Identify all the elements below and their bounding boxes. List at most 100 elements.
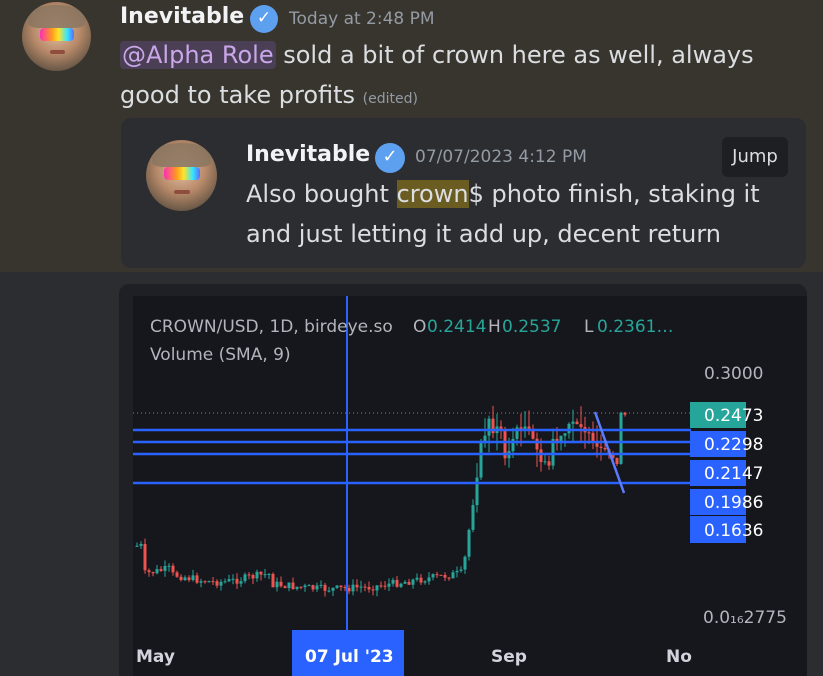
candle-body <box>439 574 443 576</box>
candle-body <box>407 581 411 585</box>
candle-body <box>287 582 291 589</box>
candle-body <box>383 585 387 587</box>
candle-body <box>135 545 139 547</box>
candle-body <box>199 581 203 583</box>
chart-symbol-label: CROWN/USD, 1D, birdeye.so <box>150 317 393 337</box>
candle-body <box>547 461 551 466</box>
avatar[interactable] <box>22 2 91 71</box>
chart-image-attachment[interactable]: CROWN/USD, 1D, birdeye.so O 0.2414 H 0.2… <box>119 284 807 676</box>
candle-body <box>447 577 451 579</box>
reply-timestamp: 07/07/2023 4:12 PM <box>415 147 587 167</box>
candle-body <box>615 457 619 464</box>
candle-body <box>167 565 171 567</box>
candle-body <box>239 581 243 584</box>
candle-body <box>475 477 479 506</box>
candle-body <box>263 574 267 576</box>
price-axis-tick: 0.0₁₆2775 <box>703 608 787 628</box>
candle-body <box>319 584 323 586</box>
candle-body <box>599 446 603 448</box>
candle-body <box>451 572 455 579</box>
candle-body <box>375 585 379 591</box>
candle-body <box>459 569 463 571</box>
candle-body <box>331 587 335 591</box>
candle-body <box>323 584 327 591</box>
time-axis-tick: No <box>666 647 692 667</box>
candle-body <box>399 583 403 587</box>
candle-body <box>467 529 471 557</box>
message-text: sold a bit of crown here as well, always <box>283 41 754 69</box>
candle-body <box>299 586 303 588</box>
candle-body <box>175 572 179 577</box>
candle-body <box>427 577 431 582</box>
candle-body <box>291 582 295 589</box>
candle-body <box>363 586 367 588</box>
time-axis-tick: Sep <box>491 647 527 667</box>
message-text: good to take profits <box>120 81 356 109</box>
candle-body <box>219 581 223 586</box>
high-value: 0.2537 <box>502 317 561 337</box>
candle-body <box>487 418 491 436</box>
candle-body <box>587 432 591 434</box>
candle-body <box>603 447 607 450</box>
price-chart: CROWN/USD, 1D, birdeye.so O 0.2414 H 0.2… <box>133 296 807 676</box>
candle-body <box>155 569 159 574</box>
reply-avatar[interactable] <box>146 140 217 211</box>
candle-body <box>147 570 151 573</box>
candle-body <box>159 569 163 571</box>
low-value: 0.2361… <box>597 317 673 337</box>
candle-body <box>575 421 579 425</box>
search-highlight: crown <box>396 180 469 208</box>
candles-group <box>135 405 627 597</box>
candle-body <box>351 584 355 592</box>
candle-body <box>471 505 475 530</box>
candle-body <box>327 590 331 592</box>
candle-body <box>267 573 271 575</box>
message-timestamp[interactable]: Today at 2:48 PM <box>289 9 435 29</box>
candle-body <box>187 577 191 581</box>
candle-body <box>151 572 155 574</box>
avatar-mouth <box>49 50 65 55</box>
reply-text: $ photo finish, staking it <box>468 180 760 208</box>
candle-body <box>527 426 531 429</box>
line-price-label: 0.1636 <box>704 521 763 541</box>
candle-body <box>619 412 623 464</box>
candle-body <box>335 585 339 588</box>
candle-body <box>163 566 167 571</box>
candle-body <box>223 581 227 583</box>
candle-body <box>463 556 467 570</box>
jump-button[interactable]: Jump <box>722 137 788 177</box>
candle-body <box>543 461 547 463</box>
candle-body <box>423 581 427 583</box>
reply-author[interactable]: Inevitable <box>246 142 370 167</box>
candle-body <box>139 543 143 546</box>
candle-body <box>195 575 199 583</box>
avatar-glasses <box>39 28 75 41</box>
candle-body <box>567 423 571 434</box>
candle-body <box>279 581 283 587</box>
candle-body <box>479 442 483 478</box>
candle-body <box>379 585 383 587</box>
avatar-glasses <box>164 166 200 180</box>
candle-body <box>271 573 275 588</box>
candle-body <box>411 579 415 585</box>
candle-body <box>571 421 575 424</box>
message-author[interactable]: Inevitable <box>120 4 244 29</box>
reply-text-line1: Also bought crown$ photo finish, staking… <box>246 180 760 208</box>
candle-body <box>183 577 187 581</box>
price-axis-tick: 0.3000 <box>704 364 763 384</box>
avatar-hair <box>151 142 212 167</box>
candle-body <box>339 585 343 588</box>
candle-body <box>295 586 299 589</box>
candle-body <box>275 581 279 588</box>
candle-body <box>171 565 175 573</box>
high-label: H <box>488 317 501 337</box>
role-mention[interactable]: @Alpha Role <box>120 41 276 69</box>
avatar-mouth <box>174 189 190 194</box>
candle-body <box>191 575 195 581</box>
candle-body <box>511 438 515 452</box>
candle-body <box>535 438 539 450</box>
candle-body <box>431 574 435 578</box>
candle-body <box>235 578 239 584</box>
verified-badge-icon <box>250 4 278 33</box>
candle-body <box>539 449 543 462</box>
